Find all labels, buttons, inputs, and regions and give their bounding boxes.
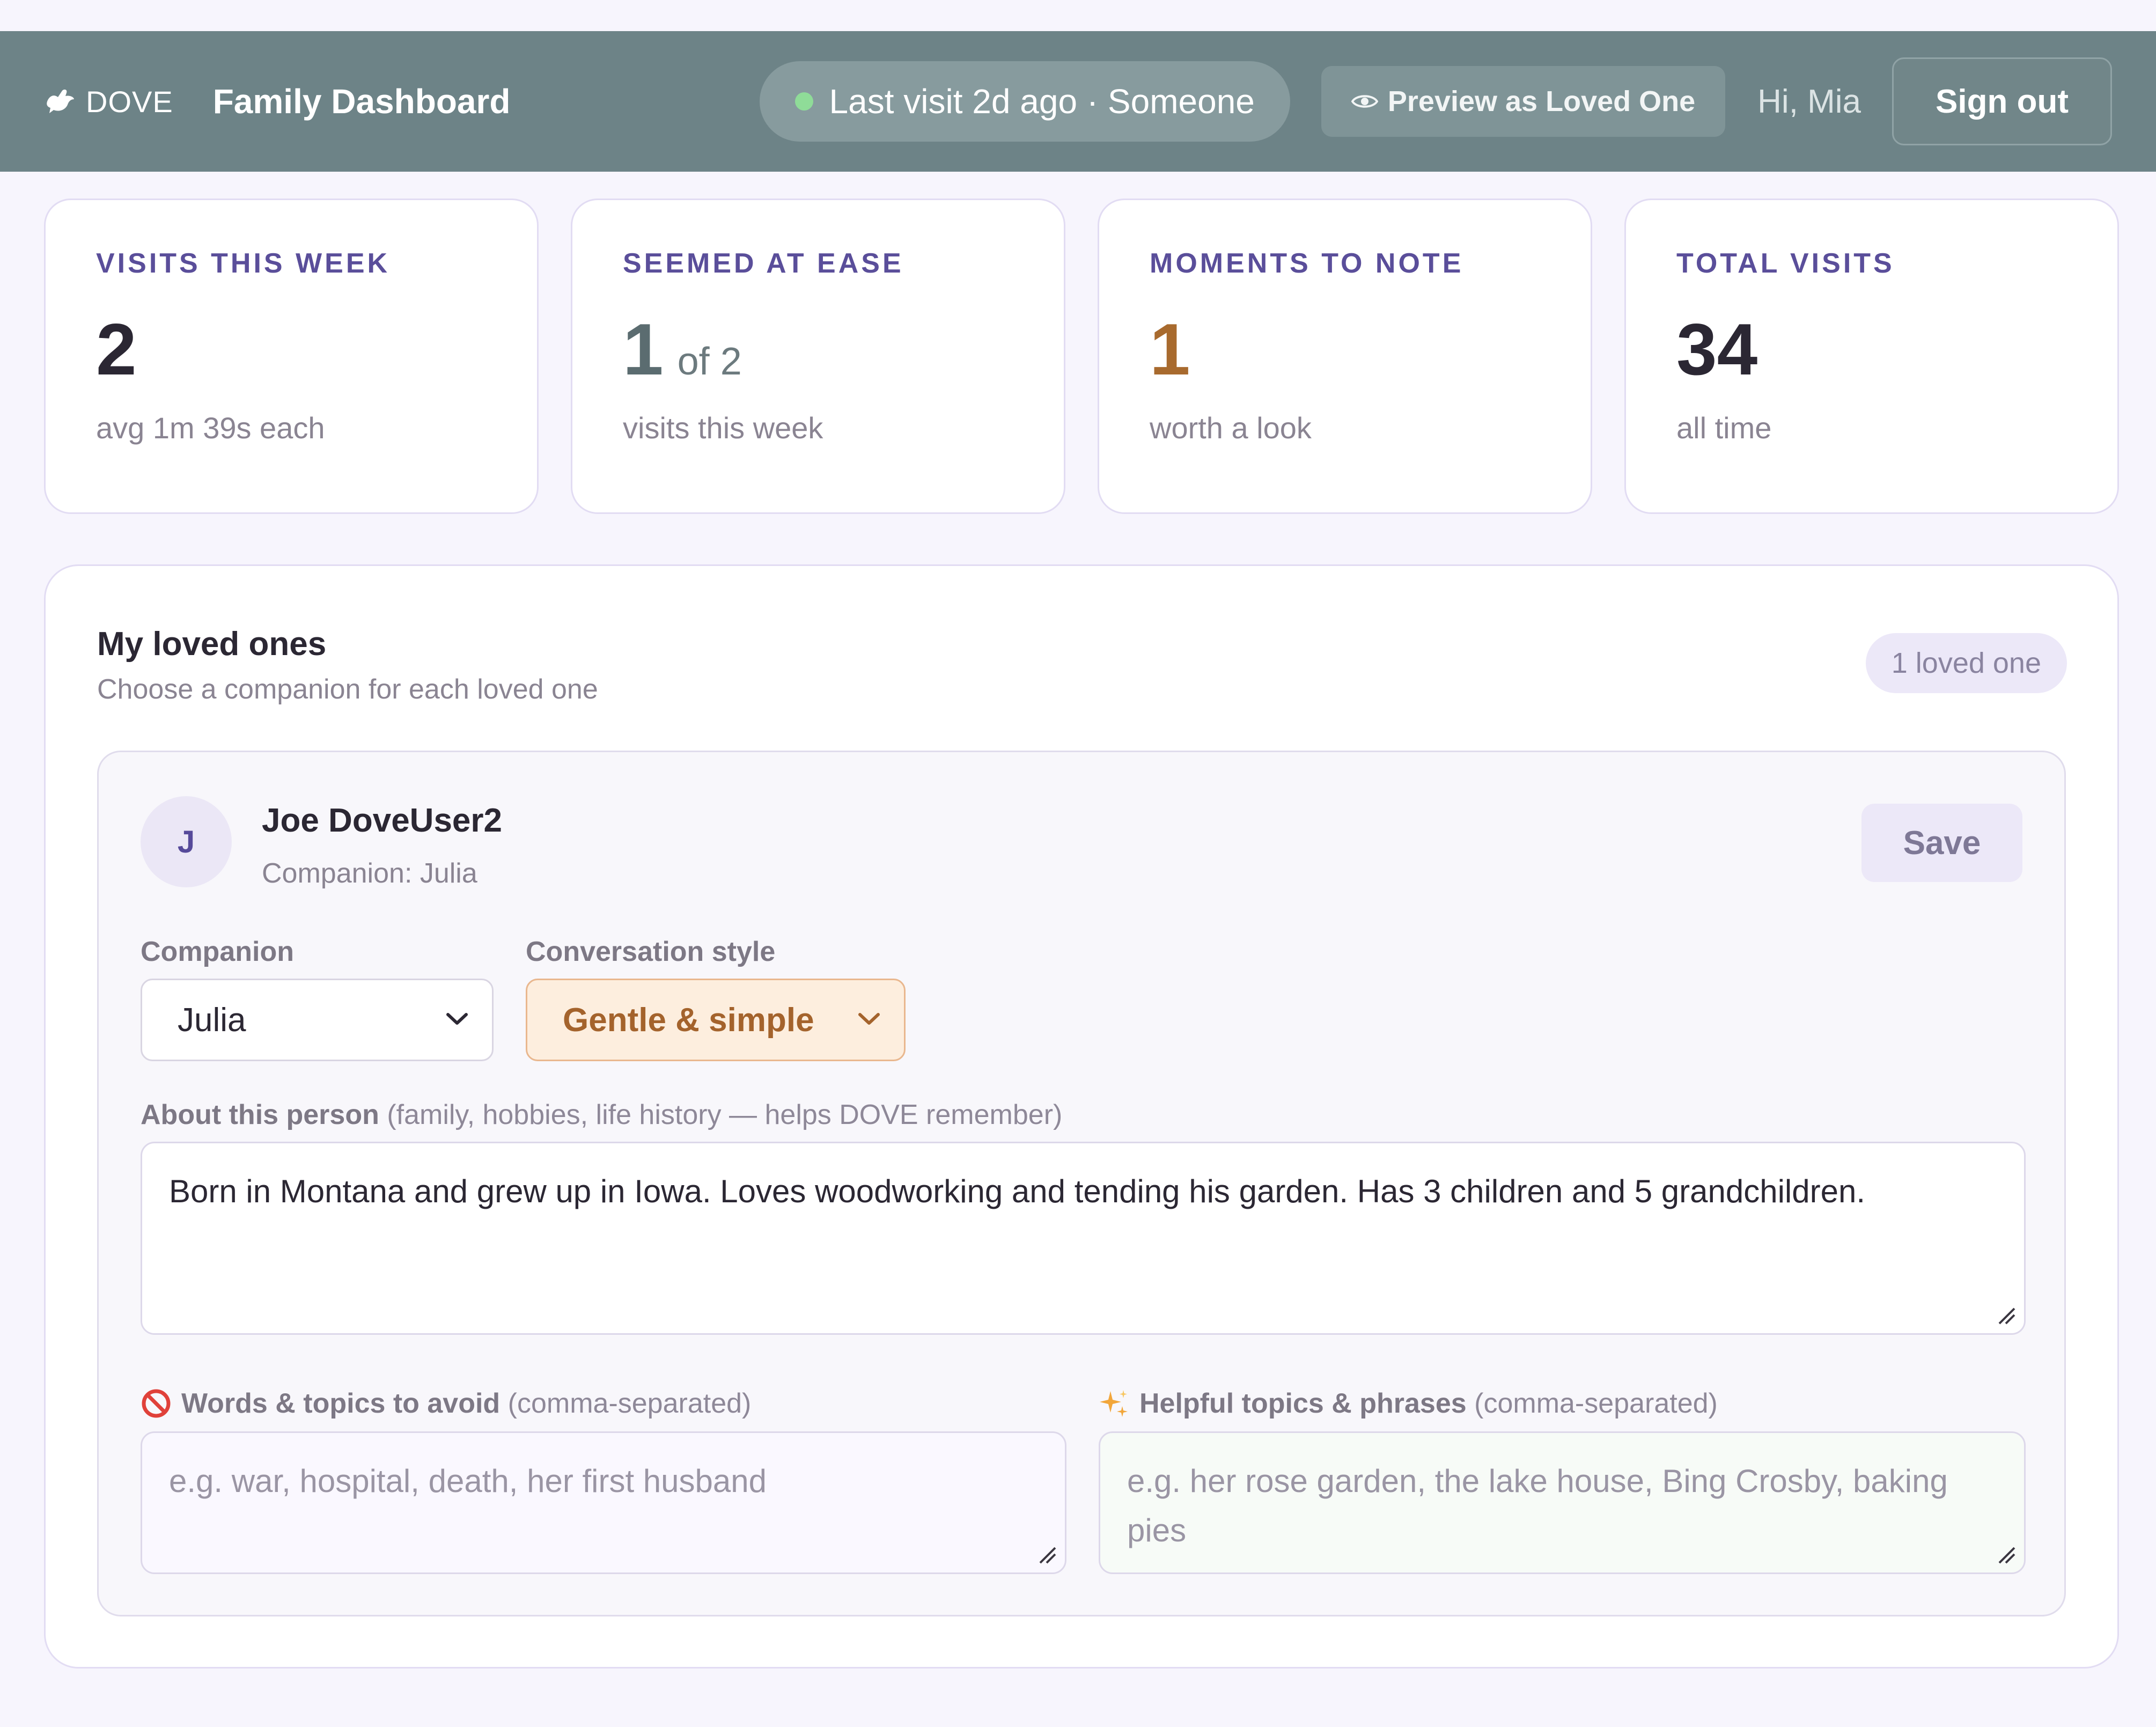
- brand-name: DOVE: [86, 84, 173, 119]
- stat-value: 1: [623, 308, 664, 390]
- resize-handle-icon[interactable]: [1995, 1544, 2017, 1565]
- helpful-topics-textarea[interactable]: e.g. her rose garden, the lake house, Bi…: [1099, 1431, 2026, 1574]
- last-visit-text: Last visit 2d ago · Someone: [829, 82, 1255, 121]
- stat-card-visits-this-week: VISITS THIS WEEK 2 avg 1m 39s each: [44, 199, 539, 514]
- top-bar: DOVE Family Dashboard Last visit 2d ago …: [0, 31, 2156, 172]
- stat-subtext: avg 1m 39s each: [96, 411, 325, 445]
- stat-of-total: of 2: [677, 340, 742, 383]
- about-label: About this person (family, hobbies, life…: [141, 1099, 1062, 1131]
- page-title: Family Dashboard: [212, 82, 511, 121]
- about-person-textarea[interactable]: Born in Montana and grew up in Iowa. Lov…: [141, 1142, 2026, 1335]
- helpful-label-text: Helpful topics & phrases: [1139, 1388, 1467, 1419]
- topics-to-avoid-textarea[interactable]: e.g. war, hospital, death, her first hus…: [141, 1431, 1066, 1574]
- helpful-label: Helpful topics & phrases (comma-separate…: [1099, 1387, 1718, 1420]
- brand[interactable]: DOVE: [44, 84, 173, 119]
- conversation-style-value: Gentle & simple: [563, 1001, 814, 1039]
- companion-summary: Companion: Julia: [262, 858, 477, 889]
- section-title: My loved ones: [97, 626, 327, 663]
- stat-label: MOMENTS TO NOTE: [1150, 248, 1464, 279]
- chevron-down-icon: [858, 1013, 880, 1025]
- avoid-label: Words & topics to avoid (comma-separated…: [141, 1387, 751, 1420]
- prohibited-icon: [142, 1389, 171, 1418]
- companion-select[interactable]: Julia: [141, 979, 494, 1061]
- resize-handle-icon[interactable]: [1995, 1304, 2017, 1326]
- avoid-label-text: Words & topics to avoid: [181, 1388, 501, 1419]
- about-person-value: Born in Montana and grew up in Iowa. Lov…: [169, 1173, 1866, 1209]
- loved-one-name: Joe DoveUser2: [262, 802, 503, 839]
- stat-value: 2: [96, 308, 137, 390]
- eye-icon: [1351, 95, 1378, 108]
- section-subtitle: Choose a companion for each loved one: [97, 674, 598, 705]
- preview-as-loved-one-button[interactable]: Preview as Loved One: [1321, 66, 1726, 137]
- stat-label: VISITS THIS WEEK: [96, 248, 391, 279]
- stat-card-total-visits: TOTAL VISITS 34 all time: [1624, 199, 2119, 514]
- preview-label: Preview as Loved One: [1387, 85, 1696, 117]
- companion-select-value: Julia: [178, 1001, 246, 1039]
- stat-subtext: all time: [1676, 411, 1772, 445]
- helpful-label-hint: (comma-separated): [1474, 1388, 1718, 1419]
- about-label-text: About this person: [141, 1099, 379, 1130]
- resize-handle-icon[interactable]: [1036, 1544, 1057, 1565]
- conversation-style-select[interactable]: Gentle & simple: [526, 979, 906, 1061]
- avoid-label-hint: (comma-separated): [507, 1388, 752, 1419]
- loved-ones-panel: My loved ones Choose a companion for eac…: [44, 564, 2119, 1669]
- loved-one-card: J Joe DoveUser2 Companion: Julia Save Co…: [97, 751, 2066, 1616]
- stat-card-moments-to-note[interactable]: MOMENTS TO NOTE 1 worth a look: [1098, 199, 1592, 514]
- loved-ones-count-badge: 1 loved one: [1865, 633, 2067, 693]
- sparkles-icon: [1100, 1390, 1128, 1417]
- stat-label: SEEMED AT EASE: [623, 248, 904, 279]
- helpful-placeholder: e.g. her rose garden, the lake house, Bi…: [1127, 1463, 1948, 1548]
- avoid-placeholder: e.g. war, hospital, death, her first hus…: [169, 1463, 767, 1499]
- dove-icon: [47, 89, 74, 113]
- stat-subtext: worth a look: [1150, 411, 1312, 445]
- user-greeting: Hi, Mia: [1757, 83, 1861, 120]
- save-button[interactable]: Save: [1861, 804, 2022, 882]
- stat-label: TOTAL VISITS: [1676, 248, 1895, 279]
- last-visit-status: Last visit 2d ago · Someone: [759, 61, 1290, 142]
- conversation-style-label: Conversation style: [526, 936, 776, 967]
- stat-value: 34: [1676, 308, 1758, 390]
- about-label-hint: (family, hobbies, life history — helps D…: [387, 1099, 1063, 1130]
- sign-out-button[interactable]: Sign out: [1892, 57, 2112, 145]
- stat-subtext: visits this week: [623, 411, 823, 445]
- stat-card-seemed-at-ease: SEEMED AT EASE 1 of 2 visits this week: [571, 199, 1065, 514]
- companion-label: Companion: [141, 936, 294, 967]
- status-dot: [794, 92, 813, 111]
- chevron-down-icon: [446, 1013, 468, 1025]
- stats-row: VISITS THIS WEEK 2 avg 1m 39s each SEEME…: [44, 199, 2119, 514]
- avatar: J: [141, 796, 232, 887]
- stat-value: 1: [1150, 308, 1190, 390]
